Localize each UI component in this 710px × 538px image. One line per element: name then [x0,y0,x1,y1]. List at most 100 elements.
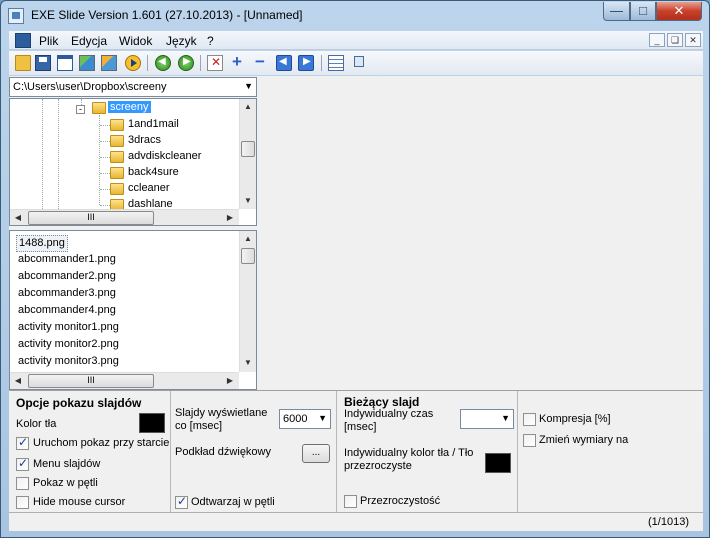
next-icon[interactable] [178,55,194,71]
list-item[interactable]: activity monitor1.png [18,320,119,337]
save-icon[interactable] [35,55,51,71]
slide-menu-checkbox[interactable] [16,456,29,471]
tree-node-screeny[interactable]: screeny [92,100,232,116]
tree-node[interactable]: ccleaner [110,181,230,197]
tree-vertical-scrollbar[interactable]: ▲ ▼ [239,99,256,209]
image-edit-icon[interactable] [101,55,117,71]
previous-icon[interactable] [155,55,171,71]
transparency-label[interactable]: Przezroczystość [360,495,440,507]
scroll-down-icon[interactable]: ▼ [240,193,256,209]
tree-node[interactable]: 1and1mail [110,117,230,133]
play-icon[interactable] [125,55,141,71]
tree-collapse-toggle[interactable]: - [76,105,85,114]
slide-menu-label[interactable]: Menu slajdów [33,458,100,470]
chevron-down-icon[interactable]: ▼ [318,413,327,423]
individual-color-swatch[interactable] [485,453,511,473]
scroll-thumb[interactable]: III [28,211,154,225]
add-icon[interactable] [229,52,245,72]
file-list-vertical-scrollbar[interactable]: ▲ ▼ [239,231,256,372]
app-icon [8,8,24,24]
folder-icon [110,167,124,179]
start-on-launch-label[interactable]: Uruchom pokaz przy starcie [33,437,169,449]
resize-checkbox[interactable] [523,434,536,447]
menu-widok[interactable]: Widok [119,34,152,48]
slide-duration-combobox[interactable]: 6000 ▼ [279,409,331,429]
sound-label: Podkład dźwiękowy [175,446,271,458]
menu-help[interactable]: ? [207,34,214,48]
list-view-icon[interactable] [328,55,344,71]
bg-color-swatch[interactable] [139,413,165,433]
scroll-up-icon[interactable]: ▲ [240,231,256,247]
minimize-button[interactable]: — [603,2,630,21]
hide-cursor-checkbox[interactable] [16,496,29,509]
list-item[interactable]: abcommander4.png [18,303,116,320]
loop-show-label[interactable]: Pokaz w pętli [33,477,98,489]
tree-guide-line [100,205,110,206]
chevron-down-icon[interactable]: ▼ [501,413,510,423]
list-item[interactable]: activity monitor3.png [18,354,119,371]
resize-label[interactable]: Zmień wymiary na [539,434,628,446]
scroll-right-icon[interactable]: ▶ [222,373,238,389]
move-left-icon[interactable] [276,55,292,71]
mdi-minimize-button[interactable]: _ [649,33,665,47]
compression-label[interactable]: Kompresja [%] [539,413,611,425]
mdi-close-button[interactable]: ✕ [685,33,701,47]
tree-node[interactable]: back4sure [110,165,230,181]
mdi-restore-button[interactable]: ❏ [667,33,683,47]
new-window-icon[interactable] [57,55,73,71]
list-item[interactable]: activity monitor2.png [18,337,119,354]
scroll-thumb[interactable] [241,248,255,264]
open-folder-icon[interactable] [15,55,31,71]
chevron-down-icon[interactable]: ▼ [244,81,253,91]
client-area: C:\Users\user\Dropbox\screeny ▼ - screen… [9,76,703,531]
image-icon[interactable] [79,55,95,71]
slide-duration-label: Slajdy wyświetlane co [msec] [175,407,268,432]
file-list-horizontal-scrollbar[interactable]: ◀ III ▶ [10,372,239,389]
title-bar[interactable]: EXE Slide Version 1.601 (27.10.2013) - [… [1,1,709,31]
path-value: C:\Users\user\Dropbox\screeny [13,81,167,93]
move-right-icon[interactable] [298,55,314,71]
folder-tree[interactable]: - screeny 1and1mail 3dracs advdiskcleane… [9,98,257,226]
tree-guide-line [100,125,110,126]
close-button[interactable]: ✕ [656,2,702,21]
tree-guide-line [100,157,110,158]
scroll-down-icon[interactable]: ▼ [240,355,256,371]
menu-plik[interactable]: Plik [39,34,58,48]
browse-sound-button[interactable]: ... [302,444,330,463]
delete-icon[interactable] [207,55,223,71]
tree-node[interactable]: 3dracs [110,133,230,149]
hide-cursor-label[interactable]: Hide mouse cursor [33,496,125,508]
pin-icon[interactable] [350,55,366,71]
app-window: EXE Slide Version 1.601 (27.10.2013) - [… [0,0,710,538]
path-combobox[interactable]: C:\Users\user\Dropbox\screeny ▼ [9,77,257,97]
menu-edycja[interactable]: Edycja [71,34,107,48]
play-loop-checkbox[interactable] [175,494,188,509]
individual-time-combobox[interactable]: ▼ [460,409,514,429]
toolbar-separator [200,55,201,71]
list-item[interactable]: abcommander3.png [18,286,116,303]
list-item[interactable]: abcommander2.png [18,269,116,286]
scroll-thumb[interactable] [241,141,255,157]
scroll-up-icon[interactable]: ▲ [240,99,256,115]
remove-icon[interactable] [252,52,268,72]
loop-show-checkbox[interactable] [16,477,29,490]
current-slide-heading: Bieżący slajd [344,395,420,409]
maximize-button[interactable]: □ [630,2,656,21]
tree-node[interactable]: advdiskcleaner [110,149,230,165]
play-loop-label[interactable]: Odtwarzaj w pętli [191,496,275,508]
tree-guide-line [100,173,110,174]
scroll-thumb[interactable]: III [28,374,154,388]
scroll-left-icon[interactable]: ◀ [10,373,26,389]
transparency-checkbox[interactable] [344,495,357,508]
compression-checkbox[interactable] [523,413,536,426]
list-item[interactable]: abcommander1.png [18,252,116,269]
tree-horizontal-scrollbar[interactable]: ◀ III ▶ [10,209,239,225]
file-list[interactable]: 1488.png abcommander1.png abcommander2.p… [9,230,257,390]
document-icon[interactable] [15,33,31,48]
slide-preview-area[interactable] [258,76,703,388]
start-on-launch-checkbox[interactable] [16,435,29,450]
menu-jezyk[interactable]: Język [166,34,197,48]
scroll-right-icon[interactable]: ▶ [222,210,238,225]
scroll-left-icon[interactable]: ◀ [10,210,26,225]
list-item[interactable]: 1488.png [16,235,68,252]
